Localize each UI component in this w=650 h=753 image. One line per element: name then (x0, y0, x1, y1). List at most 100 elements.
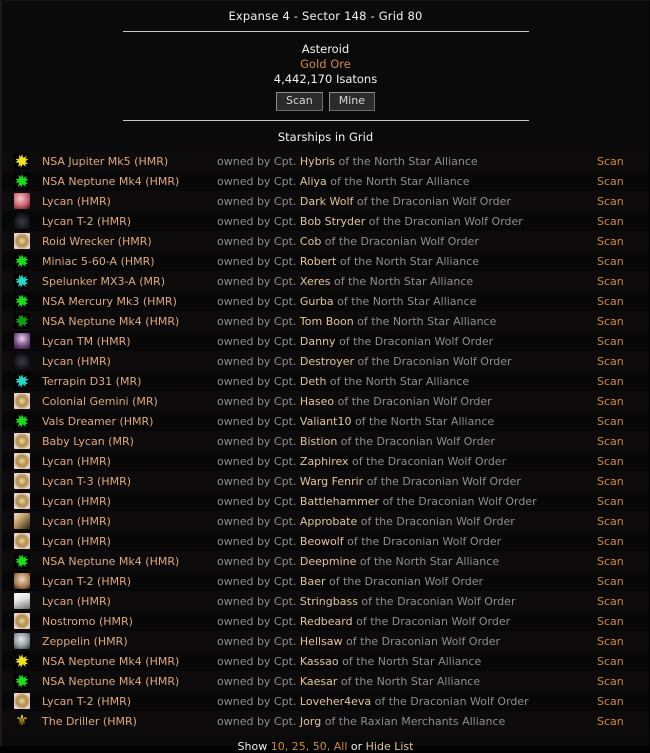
scan-ship-link[interactable]: Scan (597, 195, 624, 208)
ship-name-link[interactable]: Lycan (HMR) (42, 595, 111, 608)
captain-name-link[interactable]: Cob (300, 235, 321, 248)
ship-name-link[interactable]: NSA Neptune Mk4 (HMR) (42, 315, 179, 328)
owner-prefix-label: owned by Cpt. (217, 334, 300, 348)
captain-name-link[interactable]: Zaphirex (300, 455, 349, 468)
scan-object-button[interactable]: Scan (275, 92, 323, 111)
scan-ship-link[interactable]: Scan (597, 535, 624, 548)
ship-owner-cell: owned by Cpt. Dark Wolf of the Draconian… (217, 191, 595, 211)
scan-ship-link[interactable]: Scan (597, 675, 624, 688)
scan-ship-link[interactable]: Scan (597, 215, 624, 228)
captain-name-link[interactable]: Destroyer (300, 355, 354, 368)
owner-prefix-label: owned by Cpt. (217, 454, 300, 468)
captain-name-link[interactable]: Xeres (300, 275, 331, 288)
captain-name-link[interactable]: Battlehammer (300, 495, 379, 508)
ship-name-link[interactable]: Nostromo (HMR) (42, 615, 133, 628)
captain-name-link[interactable]: Warg Fenrir (300, 475, 363, 488)
captain-name-link[interactable]: Bistion (300, 435, 337, 448)
ship-name-link[interactable]: Lycan T-2 (HMR) (42, 575, 131, 588)
faction-label: of the Draconian Wolf Order (353, 194, 511, 208)
scan-ship-link[interactable]: Scan (597, 635, 624, 648)
scan-ship-link[interactable]: Scan (597, 355, 624, 368)
faction-label: of the North Star Alliance (336, 254, 480, 268)
ship-name-cell: Terrapin D31 (MR) (42, 371, 217, 391)
ship-owner-cell: owned by Cpt. Bob Stryder of the Draconi… (217, 211, 595, 231)
ship-name-link[interactable]: Roid Wrecker (HMR) (42, 235, 152, 248)
captain-name-link[interactable]: Beowolf (300, 535, 344, 548)
ship-name-link[interactable]: Lycan (HMR) (42, 355, 111, 368)
ship-name-link[interactable]: Spelunker MX3-A (MR) (42, 275, 165, 288)
captain-name-link[interactable]: Stringbass (300, 595, 358, 608)
scan-ship-link[interactable]: Scan (597, 275, 624, 288)
ship-name-link[interactable]: Lycan T-2 (HMR) (42, 695, 131, 708)
ship-name-link[interactable]: Zeppelin (HMR) (42, 635, 128, 648)
captain-name-link[interactable]: Danny (300, 335, 336, 348)
captain-name-link[interactable]: Bob Stryder (300, 215, 365, 228)
scan-ship-link[interactable]: Scan (597, 495, 624, 508)
scan-ship-link[interactable]: Scan (597, 595, 624, 608)
ship-name-link[interactable]: Lycan (HMR) (42, 455, 111, 468)
table-row: Lycan (HMR) owned by Cpt. Dark Wolf of th… (2, 191, 649, 211)
scan-ship-link[interactable]: Scan (597, 715, 624, 728)
captain-name-link[interactable]: Haseo (300, 395, 334, 408)
ship-name-link[interactable]: NSA Mercury Mk3 (HMR) (42, 295, 177, 308)
ship-name-link[interactable]: Lycan T-3 (HMR) (42, 475, 131, 488)
ship-name-link[interactable]: NSA Neptune Mk4 (HMR) (42, 175, 179, 188)
captain-name-link[interactable]: Jorg (300, 715, 321, 728)
scan-ship-link[interactable]: Scan (597, 335, 624, 348)
scan-ship-link[interactable]: Scan (597, 235, 624, 248)
captain-name-link[interactable]: Deepmine (300, 555, 357, 568)
scan-ship-link[interactable]: Scan (597, 315, 624, 328)
scan-ship-link[interactable]: Scan (597, 415, 624, 428)
scan-ship-link[interactable]: Scan (597, 295, 624, 308)
ship-name-link[interactable]: Lycan TM (HMR) (42, 335, 131, 348)
scan-ship-link[interactable]: Scan (597, 575, 624, 588)
mine-object-button[interactable]: Mine (328, 92, 376, 111)
scan-ship-link[interactable]: Scan (597, 655, 624, 668)
scan-ship-link[interactable]: Scan (597, 695, 624, 708)
captain-name-link[interactable]: Robert (300, 255, 336, 268)
scan-ship-link[interactable]: Scan (597, 255, 624, 268)
ship-name-link[interactable]: Vals Dreamer (HMR) (42, 415, 153, 428)
ship-icon-cell (2, 511, 42, 531)
starships-table-body: NSA Jupiter Mk5 (HMR) owned by Cpt. Hybri… (2, 151, 649, 731)
captain-name-link[interactable]: Hybris (300, 155, 335, 168)
scan-ship-link[interactable]: Scan (597, 615, 624, 628)
scan-ship-link[interactable]: Scan (597, 515, 624, 528)
captain-name-link[interactable]: Loveher4eva (300, 695, 371, 708)
ship-name-link[interactable]: The Driller (HMR) (42, 715, 137, 728)
ship-name-link[interactable]: Colonial Gemini (MR) (42, 395, 158, 408)
captain-name-link[interactable]: Dark Wolf (300, 195, 354, 208)
scan-ship-link[interactable]: Scan (597, 435, 624, 448)
captain-name-link[interactable]: Hellsaw (300, 635, 343, 648)
ship-name-link[interactable]: Lycan (HMR) (42, 535, 111, 548)
scan-ship-link[interactable]: Scan (597, 175, 624, 188)
scan-ship-link[interactable]: Scan (597, 455, 624, 468)
scan-ship-link[interactable]: Scan (597, 375, 624, 388)
captain-name-link[interactable]: Baer (300, 575, 326, 588)
captain-name-link[interactable]: Kassao (300, 655, 339, 668)
captain-name-link[interactable]: Gurba (300, 295, 334, 308)
ship-name-link[interactable]: Lycan (HMR) (42, 515, 111, 528)
ship-name-link[interactable]: NSA Neptune Mk4 (HMR) (42, 655, 179, 668)
scan-ship-link[interactable]: Scan (597, 395, 624, 408)
captain-name-link[interactable]: Approbate (300, 515, 357, 528)
captain-name-link[interactable]: Tom Boon (300, 315, 354, 328)
scan-ship-link[interactable]: Scan (597, 475, 624, 488)
ship-name-link[interactable]: Lycan T-2 (HMR) (42, 215, 131, 228)
ship-name-link[interactable]: Baby Lycan (MR) (42, 435, 134, 448)
captain-name-link[interactable]: Valiant10 (300, 415, 352, 428)
captain-name-link[interactable]: Redbeard (300, 615, 353, 628)
scan-ship-link[interactable]: Scan (597, 155, 624, 168)
captain-name-link[interactable]: Deth (300, 375, 327, 388)
ship-name-link[interactable]: Lycan (HMR) (42, 195, 111, 208)
ship-name-link[interactable]: Terrapin D31 (MR) (42, 375, 141, 388)
scan-ship-link[interactable]: Scan (597, 555, 624, 568)
ship-name-link[interactable]: NSA Jupiter Mk5 (HMR) (42, 155, 168, 168)
captain-name-link[interactable]: Aliya (300, 175, 327, 188)
ship-name-link[interactable]: Lycan (HMR) (42, 495, 111, 508)
ship-name-link[interactable]: NSA Neptune Mk4 (HMR) (42, 675, 179, 688)
captain-name-link[interactable]: Kaesar (300, 675, 338, 688)
ship-name-link[interactable]: Miniac 5-60-A (HMR) (42, 255, 155, 268)
ship-owner-cell: owned by Cpt. Bistion of the Draconian W… (217, 431, 595, 451)
ship-name-link[interactable]: NSA Neptune Mk4 (HMR) (42, 555, 179, 568)
